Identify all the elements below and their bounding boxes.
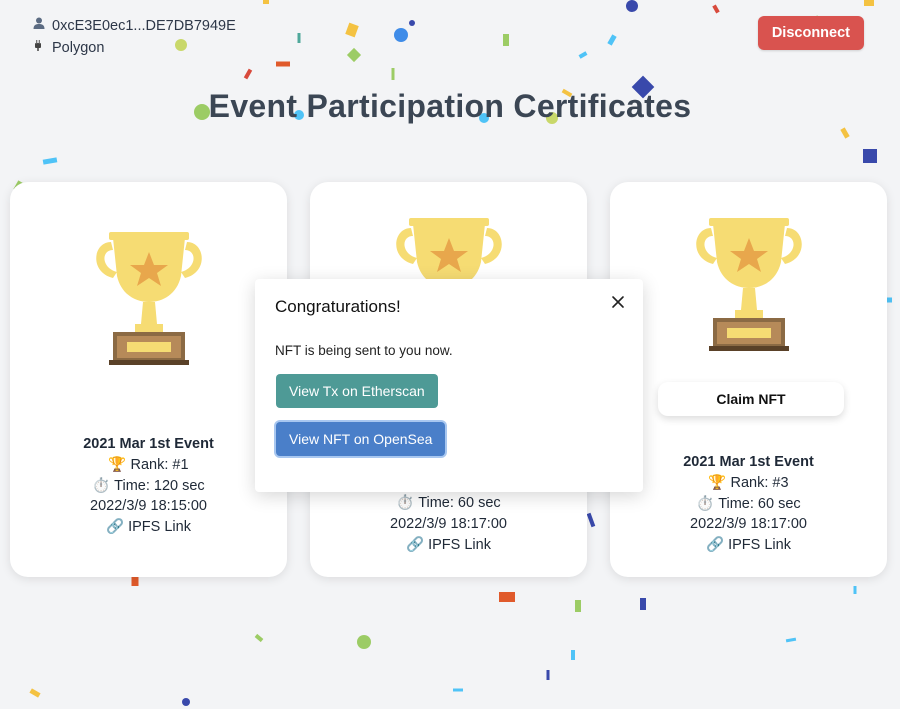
certificate-card-3: Claim NFT 2021 Mar 1st Event 🏆 Rank: #3 … xyxy=(610,182,887,577)
timestamp: 2022/3/9 18:15:00 xyxy=(90,498,207,515)
confetti-piece xyxy=(42,157,58,165)
confetti-piece xyxy=(626,0,638,12)
claim-nft-button[interactable]: Claim NFT xyxy=(658,382,844,416)
rank-text: Rank: #3 xyxy=(730,474,789,491)
confetti-piece xyxy=(503,34,509,46)
rank-line: 🏆 Rank: #1 xyxy=(10,455,287,476)
stopwatch-icon: ⏱️ xyxy=(92,477,111,494)
page-title: Event Participation Certificates xyxy=(208,88,692,124)
confetti-piece xyxy=(546,670,550,680)
trophy-icon xyxy=(96,232,202,365)
plug-icon xyxy=(32,37,48,59)
link-icon: 🔗 xyxy=(706,537,725,554)
wallet-address-row: 0xcE3E0ec1...DE7DB7949E xyxy=(32,15,236,37)
confetti-piece xyxy=(864,0,874,6)
confetti-piece xyxy=(182,698,190,706)
congratulations-modal: Congraturations! NFT is being sent to yo… xyxy=(255,279,643,492)
confetti-piece xyxy=(297,33,301,43)
time-text: Time: 120 sec xyxy=(114,477,205,494)
timestamp: 2022/3/9 18:17:00 xyxy=(390,515,507,532)
modal-title: Congraturations! xyxy=(275,297,401,316)
rank-text: Rank: #1 xyxy=(130,456,189,473)
confetti-piece xyxy=(346,47,362,63)
modal-message: NFT is being sent to you now. xyxy=(275,343,453,358)
page: 0xcE3E0ec1...DE7DB7949E Polygon Disconne… xyxy=(0,0,900,709)
time-text: Time: 60 sec xyxy=(718,495,801,512)
confetti-piece xyxy=(578,51,588,59)
time-line: ⏱️ Time: 60 sec xyxy=(610,494,887,515)
confetti-piece xyxy=(853,586,857,594)
disconnect-button[interactable]: Disconnect xyxy=(757,16,864,50)
confetti-piece xyxy=(640,598,646,610)
confetti-piece xyxy=(586,512,596,528)
confetti-piece xyxy=(391,68,395,80)
confetti-piece xyxy=(607,34,617,46)
confetti-piece xyxy=(863,149,877,163)
ipfs-link[interactable]: 🔗 IPFS Link xyxy=(610,535,887,556)
event-name: 2021 Mar 1st Event xyxy=(83,436,214,452)
account-info: 0xcE3E0ec1...DE7DB7949E Polygon xyxy=(32,15,236,59)
trophy-emoji-icon: 🏆 xyxy=(708,474,727,491)
confetti-piece xyxy=(243,68,253,80)
wallet-address: 0xcE3E0ec1...DE7DB7949E xyxy=(52,18,236,34)
confetti-piece xyxy=(394,28,408,42)
confetti-piece xyxy=(276,61,290,67)
time-line: ⏱️ Time: 120 sec xyxy=(10,476,287,497)
stopwatch-icon: ⏱️ xyxy=(396,495,415,511)
ipfs-link-text[interactable]: IPFS Link xyxy=(728,537,791,553)
confetti-piece xyxy=(29,688,41,698)
confetti-piece xyxy=(575,600,581,612)
confetti-piece xyxy=(785,637,797,643)
trophy-icon xyxy=(696,218,802,351)
confetti-piece xyxy=(345,22,359,38)
certificate-card-1: 2021 Mar 1st Event 🏆 Rank: #1 ⏱️ Time: 1… xyxy=(10,182,287,577)
confetti-piece xyxy=(712,4,720,14)
link-icon: 🔗 xyxy=(406,536,425,553)
confetti-piece xyxy=(840,127,850,139)
rank-line: 🏆 Rank: #3 xyxy=(610,473,887,494)
network-row: Polygon xyxy=(32,37,236,59)
confetti-piece xyxy=(571,650,575,660)
stopwatch-icon: ⏱️ xyxy=(696,495,715,512)
ipfs-link[interactable]: 🔗 IPFS Link xyxy=(310,535,587,556)
trophy-emoji-icon: 🏆 xyxy=(108,456,127,473)
card-info: 2021 Mar 1st Event 🏆 Rank: #3 ⏱️ Time: 6… xyxy=(610,452,887,556)
close-icon[interactable] xyxy=(607,291,629,313)
ipfs-link-text[interactable]: IPFS Link xyxy=(128,519,191,535)
time-line: ⏱️ Time: 60 sec xyxy=(310,493,587,514)
event-name: 2021 Mar 1st Event xyxy=(683,454,814,470)
confetti-piece xyxy=(263,0,269,4)
confetti-piece xyxy=(499,592,515,602)
confetti-piece xyxy=(357,635,371,649)
view-nft-opensea-button[interactable]: View NFT on OpenSea xyxy=(276,422,446,456)
confetti-piece xyxy=(131,576,139,586)
link-icon: 🔗 xyxy=(106,519,125,536)
timestamp: 2022/3/9 18:17:00 xyxy=(690,516,807,533)
confetti-piece xyxy=(453,688,463,692)
network-name: Polygon xyxy=(52,40,105,56)
view-tx-etherscan-button[interactable]: View Tx on Etherscan xyxy=(276,374,438,408)
ipfs-link-text[interactable]: IPFS Link xyxy=(428,537,491,553)
confetti-piece xyxy=(409,20,415,26)
ipfs-link[interactable]: 🔗 IPFS Link xyxy=(10,517,287,538)
user-icon xyxy=(32,15,48,37)
card-info: ⏱️ Time: 60 sec 2022/3/9 18:17:00 🔗 IPFS… xyxy=(310,493,587,555)
card-info: 2021 Mar 1st Event 🏆 Rank: #1 ⏱️ Time: 1… xyxy=(10,434,287,538)
time-text: Time: 60 sec xyxy=(418,495,501,511)
confetti-piece xyxy=(254,633,264,643)
